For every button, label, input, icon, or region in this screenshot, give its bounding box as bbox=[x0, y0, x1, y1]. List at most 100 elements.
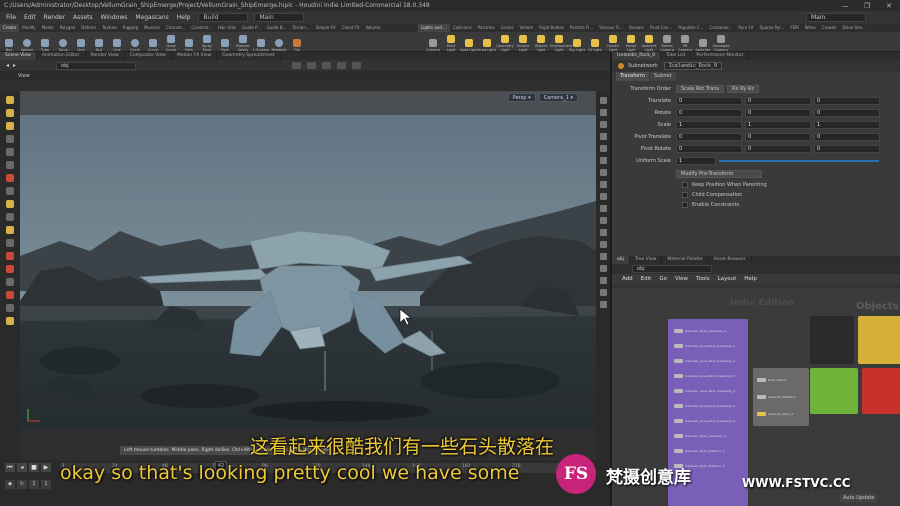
tab-material-palette[interactable]: Material Palette bbox=[662, 256, 709, 264]
node-item[interactable]: Rock_Spline bbox=[757, 378, 786, 382]
param-z-field[interactable]: 0 bbox=[814, 109, 880, 117]
param-x-field[interactable]: 0 bbox=[676, 145, 742, 153]
caustic-light-tool[interactable]: Caustic Light bbox=[604, 35, 622, 52]
child-compensation-checkbox[interactable]: Child Compensation bbox=[612, 190, 900, 200]
node-item[interactable]: Icelandic_Rock_Assembly_2 bbox=[674, 434, 726, 438]
bbox-icon[interactable] bbox=[599, 181, 607, 188]
viewport-render[interactable]: Persp ▾ Camera_1 ▾ bbox=[20, 91, 596, 429]
display-options-icon[interactable] bbox=[599, 97, 607, 104]
ghost-icon[interactable] bbox=[599, 145, 607, 152]
home-icon[interactable] bbox=[599, 217, 607, 224]
box-tool[interactable]: Box bbox=[0, 39, 18, 52]
shelf-tab[interactable]: Container... bbox=[706, 24, 735, 32]
shelf-tab[interactable]: Cloud FX bbox=[339, 24, 363, 32]
range-end[interactable]: 1 bbox=[41, 480, 51, 489]
shelf-tab[interactable]: Vellum bbox=[517, 24, 537, 32]
rotate-icon[interactable] bbox=[6, 122, 14, 130]
shelf-tab[interactable]: Hair Utils bbox=[215, 24, 239, 32]
tab-tree-view[interactable]: Tree View bbox=[630, 256, 663, 264]
key-icon[interactable]: ◆ bbox=[5, 480, 15, 489]
shelf-tab[interactable]: Create bbox=[0, 24, 20, 32]
net-menu-go[interactable]: Go bbox=[659, 276, 667, 282]
network-box-mid[interactable]: Rock_Spline Icelandic_Platform Icelandic… bbox=[753, 368, 809, 426]
shelf-tab[interactable]: Constrai... bbox=[188, 24, 214, 32]
draw-curve-tool[interactable]: Draw Curve bbox=[162, 35, 180, 52]
keep-position-checkbox[interactable]: Keep Position When Parenting bbox=[612, 180, 900, 190]
shelf-tab[interactable]: Terrain... bbox=[289, 24, 312, 32]
shelf-tab[interactable]: Rigid Bodies bbox=[536, 24, 567, 32]
pose-icon[interactable] bbox=[6, 174, 14, 182]
ambient-light-tool[interactable]: Ambient Light bbox=[640, 35, 658, 52]
normals-icon[interactable] bbox=[599, 169, 607, 176]
tube-tool[interactable]: Tube bbox=[36, 39, 54, 52]
circle-tool[interactable]: Circle bbox=[126, 39, 144, 52]
shelf-tab[interactable]: Particles bbox=[475, 24, 498, 32]
workspace-dropdown[interactable]: Main bbox=[806, 13, 866, 22]
node-item[interactable]: Icelandic_Lava_Rock_Assembly_6 bbox=[674, 419, 735, 423]
tab-performance-monitor[interactable]: Performance Monitor bbox=[691, 52, 750, 60]
curve-tool[interactable]: Curve bbox=[144, 39, 162, 52]
param-z-field[interactable]: 0 bbox=[814, 133, 880, 141]
shelf-tab[interactable]: Particle Fl... bbox=[567, 24, 596, 32]
node-name-field[interactable]: Icelandic_Rock_0 bbox=[663, 62, 722, 70]
split-icon[interactable] bbox=[599, 241, 607, 248]
param-x-field[interactable]: 1 bbox=[676, 121, 742, 129]
lsystem-tool[interactable]: L-System bbox=[252, 39, 270, 52]
tab-render-view[interactable]: Render View bbox=[86, 52, 125, 60]
sphere-tool[interactable]: Sphere bbox=[18, 39, 36, 52]
distant-light-tool[interactable]: Distant Light bbox=[532, 35, 550, 52]
tab-params-node[interactable]: Icelandic_Rock_0 bbox=[612, 52, 662, 60]
shelf-tab[interactable]: Muscles bbox=[141, 24, 163, 32]
param-y-field[interactable]: 0 bbox=[745, 109, 811, 117]
environment-light-tool[interactable]: Environment Light bbox=[550, 35, 572, 52]
tab-geometry-spreadsheet[interactable]: Geometry Spreadsheet bbox=[217, 52, 281, 60]
spray-paint-tool[interactable]: Spray Paint bbox=[198, 35, 216, 52]
file-tool[interactable]: File bbox=[288, 39, 306, 52]
font-tool[interactable]: Font bbox=[216, 39, 234, 52]
param-z-field[interactable]: 0 bbox=[814, 145, 880, 153]
bucket-icon[interactable] bbox=[6, 317, 14, 325]
view-icon[interactable] bbox=[6, 187, 14, 195]
forward-icon[interactable]: ▸ bbox=[13, 62, 16, 69]
line-tool[interactable]: Line bbox=[108, 39, 126, 52]
network-box-red[interactable] bbox=[862, 368, 900, 414]
tab-asset-browser[interactable]: Asset Browser bbox=[709, 256, 752, 264]
snap-grid-icon[interactable] bbox=[6, 239, 14, 247]
shade-icon[interactable] bbox=[599, 121, 607, 128]
shelf-tab[interactable]: Lights and ... bbox=[418, 24, 450, 32]
network-box-green[interactable] bbox=[810, 368, 858, 414]
settings-icon[interactable] bbox=[599, 301, 607, 308]
desktop-dropdown[interactable]: Main bbox=[254, 13, 305, 22]
platonic-tool[interactable]: Platonic Solids bbox=[234, 35, 252, 52]
shelf-tab[interactable]: Grains bbox=[498, 24, 517, 32]
tab-transform[interactable]: Transform bbox=[616, 72, 649, 81]
shelf-tab[interactable]: Fluid Con... bbox=[647, 24, 675, 32]
tab-scene-view[interactable]: Scene View bbox=[0, 52, 37, 60]
shelf-tab[interactable]: Crowds bbox=[819, 24, 840, 32]
camera-icon[interactable] bbox=[6, 213, 14, 221]
uniform-scale-slider[interactable] bbox=[719, 160, 879, 162]
tab-take-list[interactable]: Take List bbox=[661, 52, 692, 60]
auto-update-button[interactable]: Auto Update bbox=[840, 494, 878, 502]
param-x-field[interactable]: 0 bbox=[676, 133, 742, 141]
frame-all-icon[interactable] bbox=[599, 205, 607, 212]
net-menu-help[interactable]: Help bbox=[744, 276, 757, 282]
node-item[interactable]: Icelandic_Lava_Rock_Assembly_1 bbox=[674, 344, 735, 348]
grid-tool[interactable]: Grid bbox=[72, 39, 90, 52]
select-icon[interactable] bbox=[6, 96, 14, 104]
shelf-tab[interactable]: Modify bbox=[19, 24, 38, 32]
grid-icon[interactable] bbox=[599, 193, 607, 200]
rotation-order-dropdown[interactable]: Rx Ry Rz bbox=[727, 85, 759, 93]
param-y-field[interactable]: 0 bbox=[745, 145, 811, 153]
points-icon[interactable] bbox=[599, 157, 607, 164]
close-button[interactable]: ✕ bbox=[878, 2, 900, 10]
wire-icon[interactable] bbox=[599, 109, 607, 116]
tab-composite-view[interactable]: Composite View bbox=[125, 52, 172, 60]
network-box-dark[interactable] bbox=[810, 316, 854, 364]
measure-icon[interactable] bbox=[6, 278, 14, 286]
net-menu-layout[interactable]: Layout bbox=[718, 276, 737, 282]
point-light-tool[interactable]: Point Light bbox=[442, 35, 460, 52]
minimize-button[interactable]: — bbox=[834, 2, 856, 10]
menu-file[interactable]: File bbox=[6, 14, 16, 21]
shelf-tab[interactable]: Viscous Fl... bbox=[596, 24, 626, 32]
